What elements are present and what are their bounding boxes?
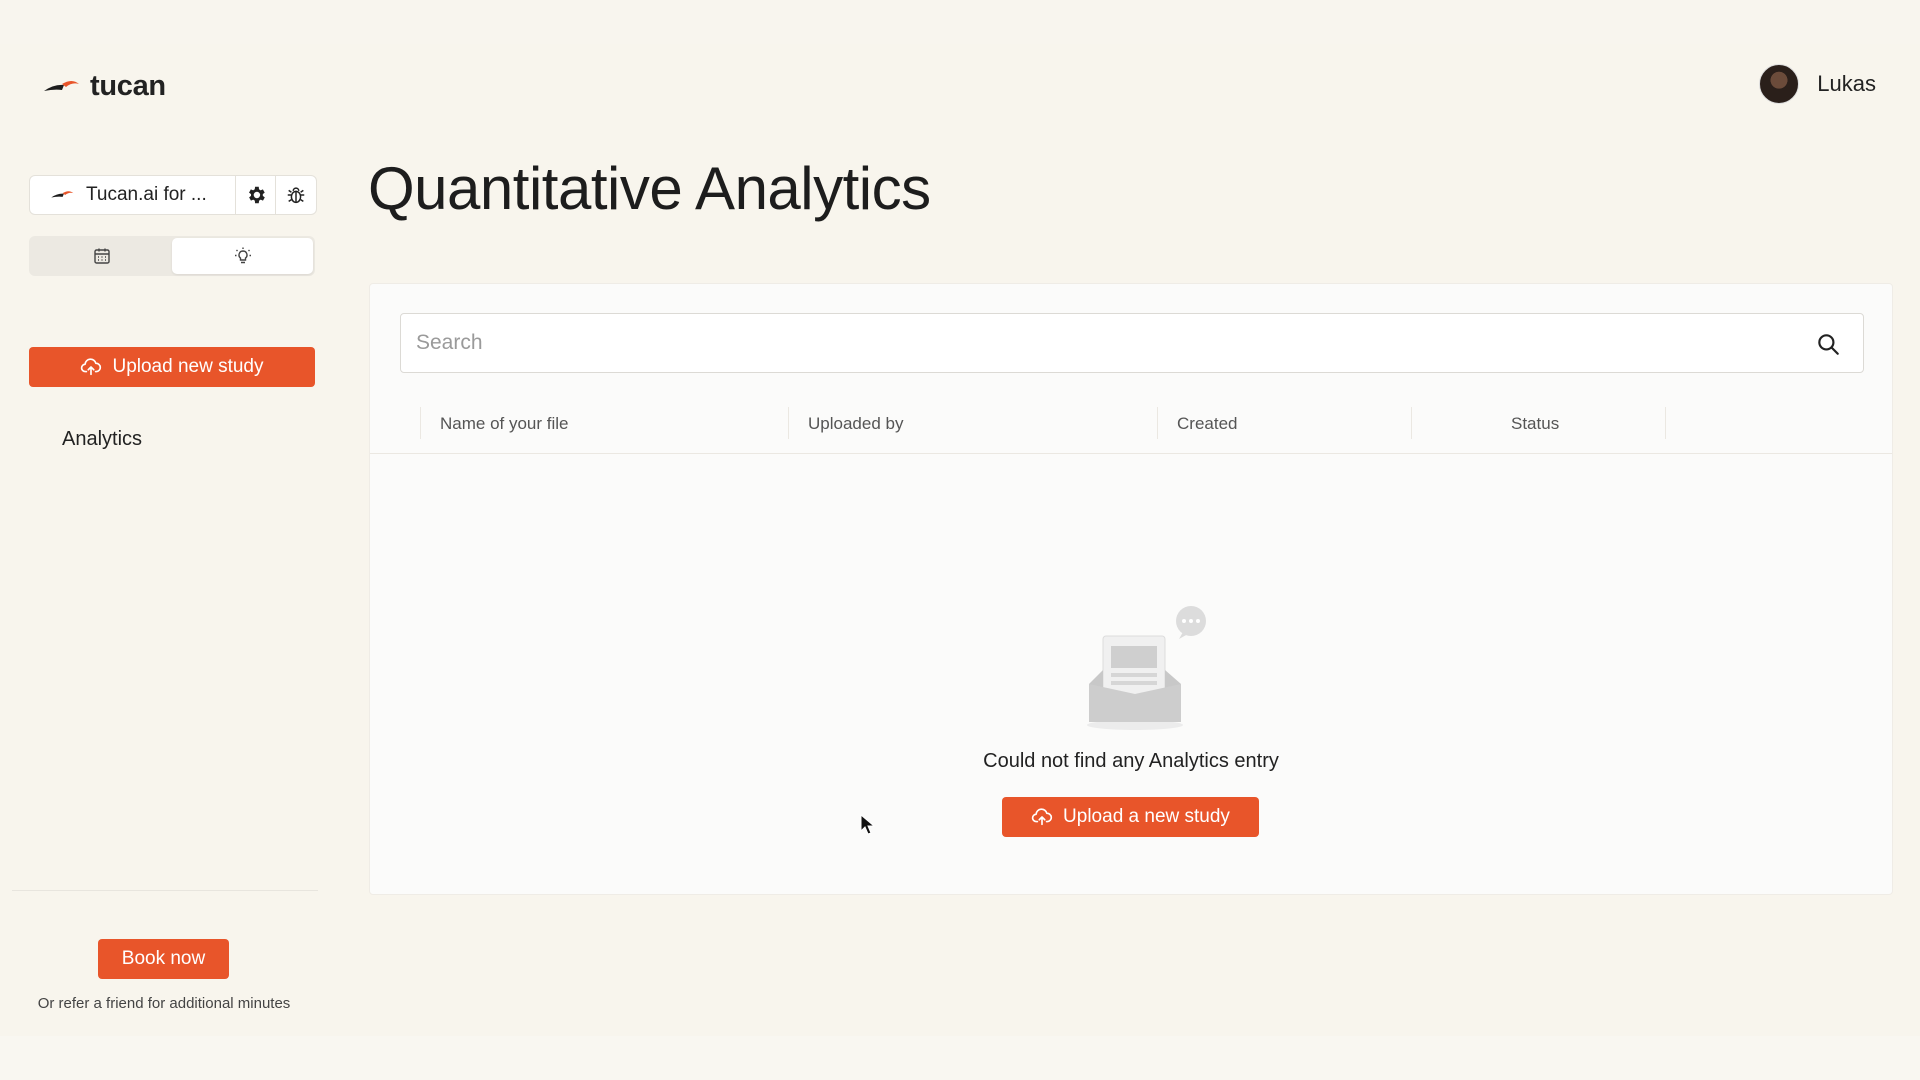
report-bug-button[interactable]	[276, 176, 316, 214]
column-header-status[interactable]: Status	[1511, 394, 1559, 454]
workspace-bar: Tucan.ai for ...	[29, 175, 317, 215]
workspace-selector[interactable]: Tucan.ai for ...	[30, 176, 236, 214]
analytics-panel: Name of your file Uploaded by Created St…	[369, 283, 1893, 895]
page-title: Quantitative Analytics	[368, 155, 931, 222]
gear-icon	[248, 186, 265, 204]
column-divider	[1157, 407, 1158, 439]
search-icon[interactable]	[1815, 331, 1841, 357]
toucan-logo-icon	[44, 80, 79, 91]
view-toggle	[29, 236, 315, 276]
search-box	[400, 313, 1864, 373]
column-header-name[interactable]: Name of your file	[440, 394, 569, 454]
refer-friend-text: Or refer a friend for additional minutes	[37, 995, 291, 1012]
book-now-button[interactable]: Book now	[98, 939, 229, 979]
column-divider	[788, 407, 789, 439]
calendar-view-tab[interactable]	[31, 238, 172, 274]
cloud-upload-icon	[81, 358, 102, 376]
column-divider	[1411, 407, 1412, 439]
cloud-upload-icon	[1031, 808, 1053, 826]
user-name: Lukas	[1817, 71, 1876, 96]
table-header: Name of your file Uploaded by Created St…	[370, 394, 1892, 454]
upload-a-new-study-button[interactable]: Upload a new study	[1002, 797, 1259, 837]
brand-name: tucan	[90, 70, 166, 102]
workspace-label: Tucan.ai for ...	[86, 184, 207, 205]
empty-inbox-icon	[1087, 606, 1206, 730]
avatar[interactable]	[1759, 64, 1800, 104]
column-header-uploaded-by[interactable]: Uploaded by	[808, 394, 903, 454]
upload-new-study-label: Upload new study	[112, 356, 264, 377]
search-input[interactable]	[401, 314, 1863, 372]
lightbulb-icon	[234, 247, 251, 264]
insights-view-tab[interactable]	[172, 238, 313, 274]
bug-icon	[287, 187, 305, 204]
bottom-strip	[0, 1036, 1920, 1080]
upload-a-new-study-label: Upload a new study	[1063, 806, 1230, 827]
user-menu[interactable]: Lukas	[1759, 64, 1876, 104]
empty-state-message: Could not find any Analytics entry	[983, 750, 1279, 772]
toucan-logo-icon	[51, 191, 74, 198]
column-divider	[1665, 407, 1666, 439]
column-header-created[interactable]: Created	[1177, 394, 1237, 454]
column-divider	[420, 407, 421, 439]
sidebar-divider	[12, 890, 318, 891]
brand-logo[interactable]: tucan	[42, 70, 166, 103]
settings-button[interactable]	[236, 176, 276, 214]
sidebar-item-analytics[interactable]: Analytics	[62, 428, 142, 451]
mouse-pointer-icon	[860, 814, 876, 835]
upload-new-study-button[interactable]: Upload new study	[29, 347, 315, 387]
calendar-icon	[93, 248, 110, 264]
app-window: tucan Lukas Tucan.ai for ... Upload new …	[0, 44, 1920, 1036]
